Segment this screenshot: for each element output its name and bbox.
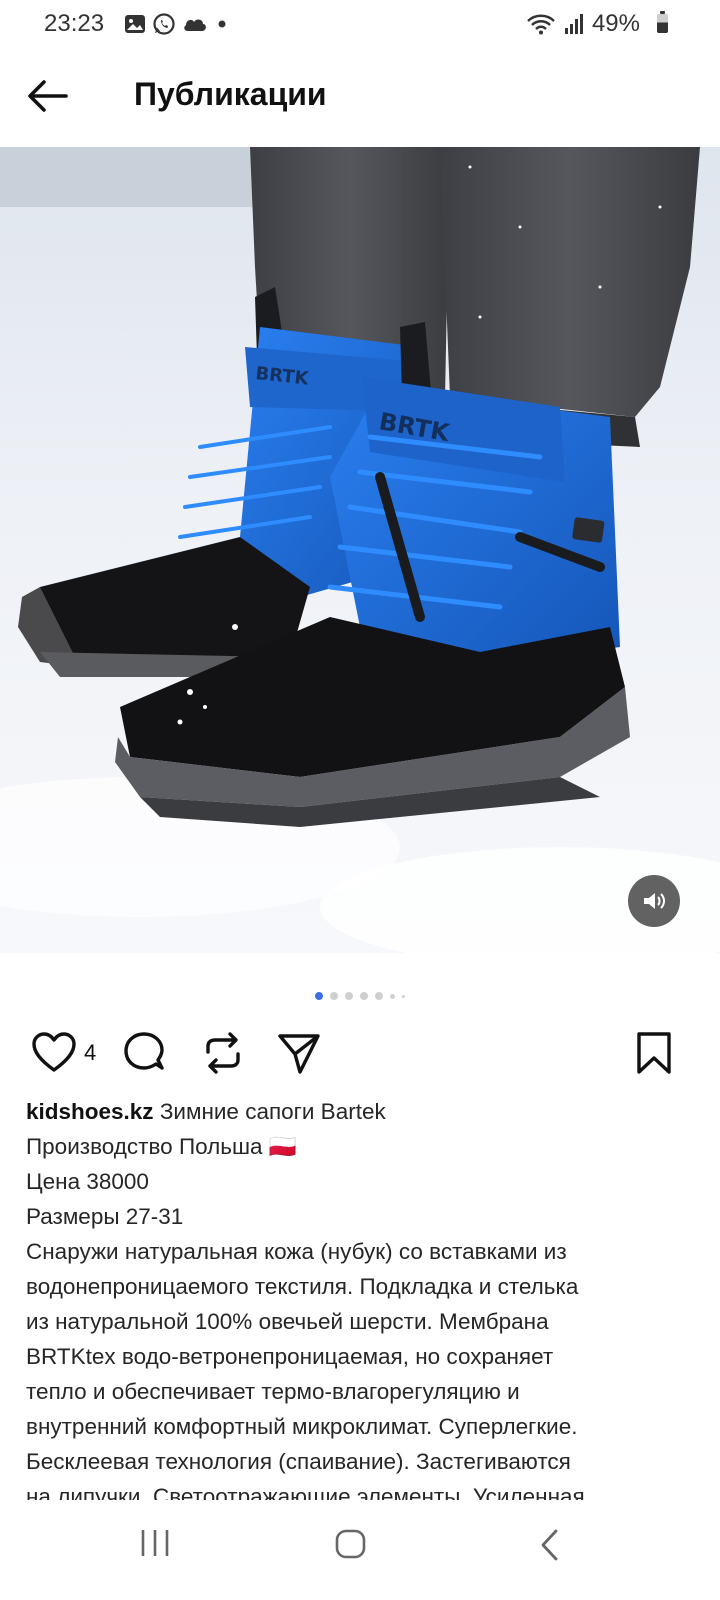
home-button[interactable] [334, 1528, 368, 1565]
post-photo: BRTK BRTK [0, 147, 720, 953]
comment-button[interactable] [122, 1030, 168, 1081]
like-count[interactable]: 4 [84, 1040, 96, 1066]
caption-line: тепло и обеспечивает термо-влагорегуляци… [26, 1379, 520, 1404]
whatsapp-icon [153, 13, 175, 35]
carousel-dot [360, 992, 368, 1000]
comment-icon [124, 1032, 164, 1070]
carousel-dot [315, 992, 323, 1000]
gallery-icon [125, 15, 145, 33]
carousel-dot [390, 993, 395, 999]
home-icon [335, 1529, 366, 1559]
battery-percent: 49% [591, 10, 640, 37]
battery-icon [657, 14, 668, 33]
signal-icon [564, 14, 583, 34]
send-icon [278, 1034, 320, 1074]
dot-icon [218, 20, 226, 28]
status-bar: 23:23 49% [0, 0, 720, 48]
app-header: Публикации [0, 48, 720, 144]
carousel-dot [375, 992, 383, 1000]
caption-line: внутренний комфортный микроклимат. Супер… [26, 1414, 578, 1439]
caption-line: Производство Польша 🇵🇱 [26, 1134, 297, 1159]
system-nav-bar [0, 1500, 720, 1600]
caption-line: из натуральной 100% овечьей шерсти. Мемб… [26, 1309, 549, 1334]
status-system-icons: 49% [526, 10, 640, 38]
bookmark-icon [637, 1032, 671, 1074]
status-notification-icons [124, 12, 230, 36]
back-icon [541, 1529, 558, 1561]
post-caption: kidshoes.kz Зимние сапоги Bartek Произво… [26, 1094, 696, 1514]
repost-icon [206, 1032, 240, 1074]
back-button[interactable] [22, 72, 78, 120]
recent-apps-icon [141, 1530, 169, 1556]
arrow-left-icon [28, 80, 68, 112]
caption-text: Зимние сапоги Bartek [153, 1099, 386, 1124]
caption-line: BRTKtex водо-ветронепроницаемая, но сохр… [26, 1344, 554, 1369]
save-button[interactable] [634, 1030, 674, 1081]
carousel-dot [402, 994, 405, 998]
repost-button[interactable] [200, 1030, 246, 1081]
cloud-icon [184, 19, 206, 31]
wifi-icon [527, 14, 555, 35]
caption-line: Цена 38000 [26, 1169, 149, 1194]
caption-line: Размеры 27-31 [26, 1204, 184, 1229]
carousel-dot [330, 992, 338, 1000]
speaker-icon [644, 893, 665, 909]
caption-line: водонепроницаемого текстиля. Подкладка и… [26, 1274, 579, 1299]
caption-line: Снаружи натуральная кожа (нубук) со вста… [26, 1239, 567, 1264]
page-title: Публикации [134, 76, 327, 112]
post-username[interactable]: kidshoes.kz [26, 1099, 154, 1124]
carousel-indicator [0, 992, 720, 1000]
like-button[interactable] [30, 1030, 78, 1079]
share-button[interactable] [276, 1030, 322, 1081]
caption-line: Бесклеевая технология (спаивание). Засте… [26, 1449, 571, 1474]
status-time: 23:23 [44, 10, 105, 37]
carousel-dot [345, 992, 353, 1000]
post-media[interactable]: BRTK BRTK [0, 147, 720, 953]
post-actions: 4 [0, 1022, 720, 1082]
recent-apps-button[interactable] [138, 1528, 172, 1563]
caption-first-line: kidshoes.kz Зимние сапоги Bartek [26, 1094, 696, 1129]
nav-back-button[interactable] [536, 1528, 562, 1567]
sound-toggle-button[interactable] [628, 875, 680, 927]
heart-icon [32, 1032, 76, 1072]
